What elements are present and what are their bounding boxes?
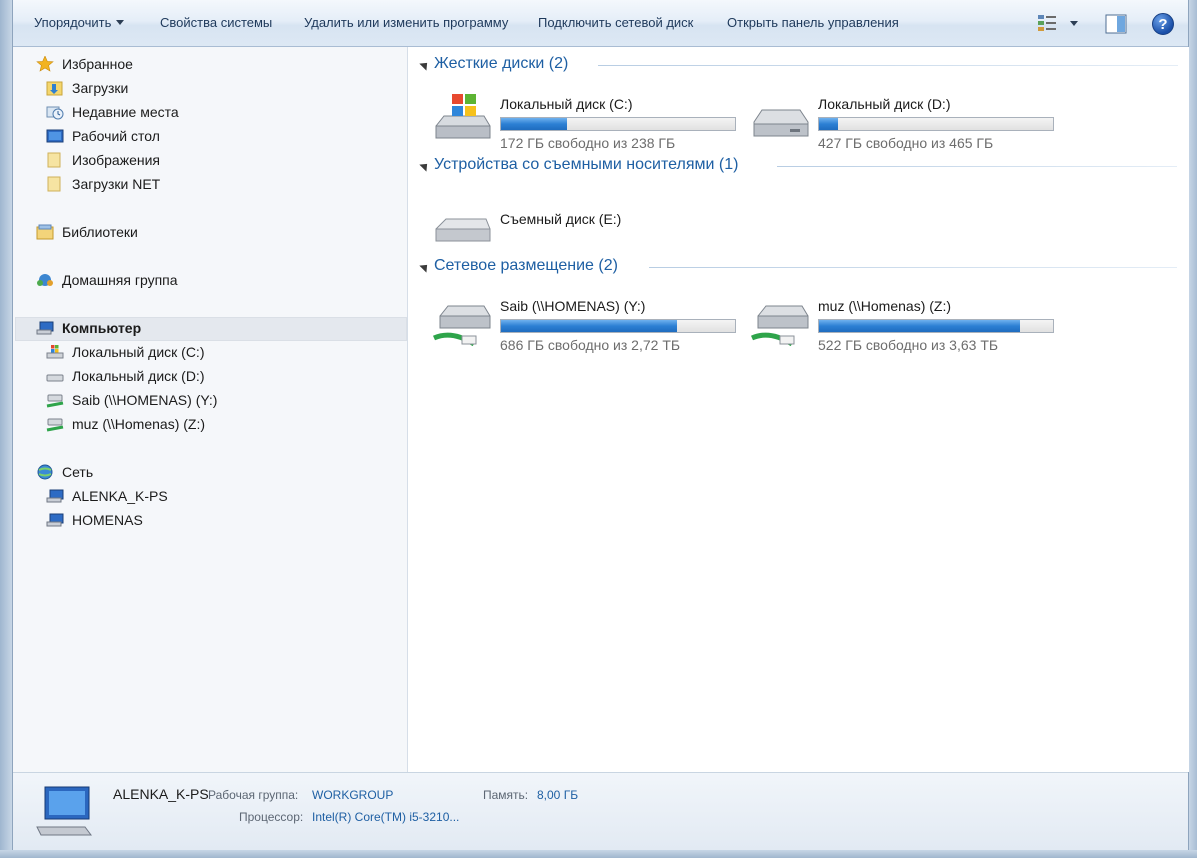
- network-globe-icon: [37, 464, 53, 480]
- content-pane: Жесткие диски (2) Локальный диск (C:) 17…: [408, 47, 1189, 772]
- computer-icon: [46, 513, 64, 527]
- computer-icon: [36, 321, 54, 335]
- group-divider: [777, 166, 1177, 167]
- cpu-value: Intel(R) Core(TM) i5-3210...: [312, 810, 460, 824]
- network-drive-icon: [46, 394, 64, 408]
- system-properties-button[interactable]: Свойства системы: [160, 15, 272, 33]
- drive-usage-fill: [819, 320, 1021, 332]
- workgroup-value: WORKGROUP: [312, 788, 394, 802]
- map-network-drive-button[interactable]: Подключить сетевой диск: [538, 15, 693, 33]
- hard-drive-icon: [46, 374, 64, 382]
- group-hard-drives[interactable]: Жесткие диски (2): [419, 55, 1180, 77]
- organize-button[interactable]: Упорядочить: [34, 15, 125, 33]
- drive-c[interactable]: Локальный диск (C:) 172 ГБ свободно из 2…: [432, 92, 742, 152]
- star-icon: [36, 56, 54, 72]
- command-bar: Упорядочить Свойства системы Удалить или…: [13, 0, 1188, 47]
- window-frame-bottom: [0, 850, 1197, 858]
- drive-usage-fill: [501, 320, 677, 332]
- computer-name: ALENKA_K-PS: [113, 786, 209, 802]
- drive-usage-bar: [818, 117, 1054, 131]
- windows-drive-icon: [46, 345, 64, 359]
- drive-usage-fill: [819, 118, 838, 130]
- removable-drive-icon: [435, 218, 491, 242]
- drive-usage-bar: [818, 319, 1054, 333]
- computer-icon: [46, 489, 64, 503]
- collapse-triangle-icon: [419, 160, 431, 172]
- network-drive-icon: [46, 418, 64, 432]
- navigation-pane: Избранное Загрузки Недавние места Рабочи…: [13, 47, 408, 772]
- collapse-triangle-icon: [419, 261, 431, 273]
- uninstall-program-button[interactable]: Удалить или изменить программу: [304, 15, 508, 33]
- memory-value: 8,00 ГБ: [537, 788, 579, 802]
- folder-icon: [47, 176, 61, 192]
- drive-usage-bar: [500, 319, 736, 333]
- windows-drive-icon: [435, 94, 491, 139]
- network-drive-icon: [750, 305, 809, 347]
- desktop-icon: [46, 129, 64, 143]
- open-control-panel-button[interactable]: Открыть панель управления: [727, 15, 899, 33]
- view-options-icon[interactable]: [1036, 12, 1058, 34]
- drive-z[interactable]: muz (\\Homenas) (Z:) 522 ГБ свободно из …: [750, 294, 1060, 354]
- chevron-down-icon: [116, 20, 125, 25]
- drive-y[interactable]: Saib (\\HOMENAS) (Y:) 686 ГБ свободно из…: [432, 294, 742, 354]
- homegroup-icon: [37, 274, 53, 286]
- organize-label: Упорядочить: [34, 15, 112, 30]
- network-drive-icon: [432, 305, 491, 347]
- help-icon[interactable]: ?: [1152, 13, 1174, 35]
- window-frame-right: [1189, 0, 1197, 858]
- window-frame-left: [0, 0, 12, 858]
- drive-usage-fill: [501, 118, 567, 130]
- details-pane: ALENKA_K-PS Рабочая группа: WORKGROUP Па…: [13, 772, 1188, 850]
- folder-icon: [47, 152, 61, 168]
- computer-icon: [36, 786, 92, 836]
- explorer-body: Упорядочить Свойства системы Удалить или…: [12, 0, 1189, 850]
- downloads-folder-icon: [46, 81, 63, 96]
- group-removable[interactable]: Устройства со съемными носителями (1): [419, 156, 1180, 178]
- hard-drive-icon: [753, 109, 809, 137]
- view-options-chevron-icon[interactable]: [1070, 21, 1078, 26]
- drive-usage-bar: [500, 117, 736, 131]
- preview-pane-icon[interactable]: [1105, 14, 1127, 34]
- group-network-locations[interactable]: Сетевое размещение (2): [419, 257, 1180, 279]
- group-divider: [598, 65, 1178, 66]
- libraries-icon: [36, 224, 54, 240]
- collapse-triangle-icon: [419, 59, 431, 71]
- recent-places-icon: [46, 106, 64, 120]
- drive-d[interactable]: Локальный диск (D:) 427 ГБ свободно из 4…: [750, 92, 1060, 152]
- explorer-window: Упорядочить Свойства системы Удалить или…: [0, 0, 1197, 858]
- group-divider: [649, 267, 1177, 268]
